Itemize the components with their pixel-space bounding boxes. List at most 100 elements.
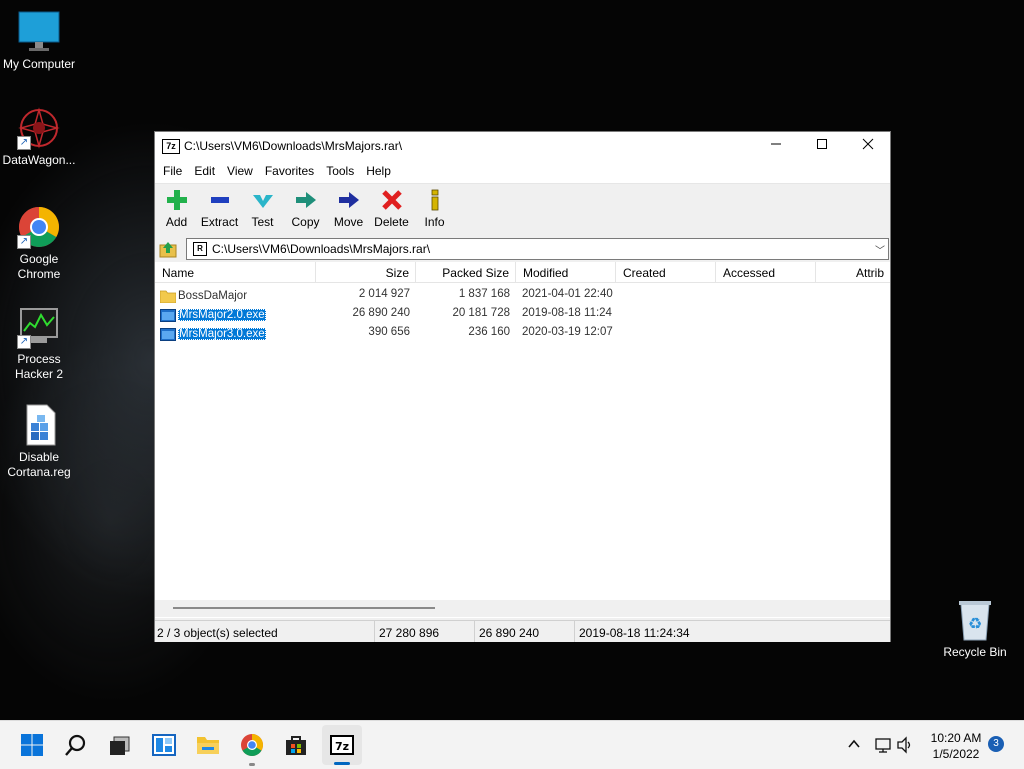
row-name-cell: BossDaMajor bbox=[155, 285, 316, 304]
check-icon bbox=[241, 188, 284, 212]
network-button[interactable] bbox=[874, 736, 892, 754]
volume-button[interactable] bbox=[896, 736, 914, 754]
menu-favorites[interactable]: Favorites bbox=[259, 164, 320, 178]
menu-tools[interactable]: Tools bbox=[320, 164, 360, 178]
show-hidden-icons-button[interactable] bbox=[846, 736, 862, 752]
up-folder-button[interactable] bbox=[159, 240, 177, 258]
column-header-name[interactable]: Name bbox=[155, 262, 316, 282]
file-list[interactable]: Name Size Packed Size Modified Created A… bbox=[155, 262, 890, 618]
address-field[interactable]: R C:\Users\VM6\Downloads\MrsMajors.rar\ … bbox=[186, 238, 889, 260]
recycle-bin-icon: ♻ bbox=[953, 598, 997, 642]
search-button[interactable] bbox=[64, 733, 88, 757]
exe-file-icon bbox=[160, 327, 176, 341]
speaker-icon bbox=[897, 736, 911, 754]
copy-button[interactable]: Copy bbox=[284, 184, 327, 236]
chevron-up-icon bbox=[848, 739, 860, 748]
shortcut-arrow-icon: ↗ bbox=[17, 335, 31, 349]
column-header-packed-size[interactable]: Packed Size bbox=[416, 262, 516, 282]
desktop-icon-label: Recycle Bin bbox=[943, 645, 1007, 659]
extract-label: Extract bbox=[200, 215, 239, 229]
row-name: MrsMajor3.0.exe bbox=[178, 328, 266, 340]
svg-text:♻: ♻ bbox=[968, 614, 982, 633]
menu-edit[interactable]: Edit bbox=[188, 164, 221, 178]
desktop-icon-label: Google Chrome bbox=[17, 252, 61, 281]
network-icon bbox=[875, 738, 891, 753]
svg-text:7z: 7z bbox=[335, 740, 349, 753]
desktop-icon-google-chrome[interactable]: ↗ Google Chrome bbox=[0, 205, 78, 282]
row-size: 390 656 bbox=[368, 326, 410, 338]
file-explorer-button[interactable] bbox=[196, 733, 220, 757]
widgets-button[interactable] bbox=[152, 733, 176, 757]
column-header-accessed[interactable]: Accessed bbox=[716, 262, 816, 282]
minimize-icon bbox=[771, 143, 781, 145]
chrome-icon: ↗ bbox=[17, 205, 61, 249]
close-button[interactable] bbox=[845, 132, 891, 159]
row-modified: 2021-04-01 22:40 bbox=[522, 288, 613, 300]
test-label: Test bbox=[251, 215, 274, 229]
maximize-icon bbox=[817, 139, 827, 149]
desktop-icon-my-computer[interactable]: My Computer bbox=[0, 10, 78, 72]
desktop-icon-disable-cortana[interactable]: Disable Cortana.reg bbox=[0, 403, 78, 480]
table-row[interactable]: MrsMajor2.0.exe 26 890 240 20 181 728 20… bbox=[155, 304, 890, 323]
chrome-taskbar-button[interactable] bbox=[240, 733, 264, 757]
column-header-attrib[interactable]: Attrib bbox=[816, 262, 890, 282]
row-size: 2 014 927 bbox=[358, 288, 410, 300]
add-button[interactable]: Add bbox=[155, 184, 198, 236]
move-label: Move bbox=[333, 215, 364, 229]
delete-x-icon bbox=[370, 188, 413, 212]
start-button[interactable] bbox=[20, 733, 44, 757]
delete-button[interactable]: Delete bbox=[370, 184, 413, 236]
table-row[interactable]: MrsMajor3.0.exe 390 656 236 160 2020-03-… bbox=[155, 323, 890, 342]
row-name: BossDaMajor bbox=[178, 290, 248, 302]
task-view-button[interactable] bbox=[108, 733, 132, 757]
7zip-icon: 7z bbox=[330, 735, 354, 755]
row-packed-size: 20 181 728 bbox=[452, 307, 510, 319]
shortcut-arrow-icon: ↗ bbox=[17, 136, 31, 150]
desktop-icon-datawagon[interactable]: ↗ DataWagon... bbox=[0, 106, 78, 168]
column-header-modified[interactable]: Modified bbox=[516, 262, 616, 282]
info-label: Info bbox=[424, 215, 445, 229]
exe-file-icon bbox=[160, 308, 176, 322]
search-icon bbox=[65, 734, 86, 756]
desktop-icon-label: Process Hacker 2 bbox=[14, 352, 64, 381]
7zip-app-icon: 7z bbox=[162, 139, 180, 154]
taskbar-clock[interactable]: 10:20 AM 1/5/2022 bbox=[918, 730, 994, 762]
store-bag-icon bbox=[286, 736, 306, 755]
desktop-icon-recycle-bin[interactable]: ♻ Recycle Bin bbox=[936, 598, 1014, 660]
chevron-down-icon[interactable]: ﹀ bbox=[875, 242, 885, 257]
extract-button[interactable]: Extract bbox=[198, 184, 241, 236]
add-label: Add bbox=[165, 215, 188, 229]
maximize-button[interactable] bbox=[799, 132, 845, 159]
menu-help[interactable]: Help bbox=[360, 164, 397, 178]
move-button[interactable]: Move bbox=[327, 184, 370, 236]
folder-up-icon bbox=[159, 242, 177, 258]
column-header-created[interactable]: Created bbox=[616, 262, 716, 282]
copy-label: Copy bbox=[291, 215, 320, 229]
info-button[interactable]: Info bbox=[413, 184, 456, 236]
file-manager-window: 7z C:\Users\VM6\Downloads\MrsMajors.rar\… bbox=[154, 131, 891, 642]
column-header-size[interactable]: Size bbox=[316, 262, 416, 282]
minimize-button[interactable] bbox=[753, 132, 799, 159]
title-bar[interactable]: 7z C:\Users\VM6\Downloads\MrsMajors.rar\ bbox=[155, 132, 890, 159]
registry-file-icon bbox=[17, 403, 61, 447]
toolbar: Add Extract Test Copy Move Delete Info bbox=[155, 183, 890, 236]
window-title: C:\Users\VM6\Downloads\MrsMajors.rar\ bbox=[184, 139, 403, 153]
row-modified: 2020-03-19 12:07 bbox=[522, 326, 613, 338]
delete-label: Delete bbox=[374, 215, 409, 229]
status-size: 27 280 896 bbox=[375, 621, 475, 642]
test-button[interactable]: Test bbox=[241, 184, 284, 236]
clock-date: 1/5/2022 bbox=[932, 747, 980, 761]
row-name-cell: MrsMajor3.0.exe bbox=[155, 323, 316, 342]
7zip-taskbar-button[interactable]: 7z bbox=[322, 725, 362, 765]
windows-logo-icon bbox=[21, 734, 43, 756]
desktop-icon-process-hacker[interactable]: ↗ Process Hacker 2 bbox=[0, 305, 78, 382]
scrollbar-thumb[interactable] bbox=[173, 607, 435, 609]
horizontal-scrollbar[interactable] bbox=[155, 600, 890, 617]
folder-icon bbox=[197, 737, 219, 754]
notification-badge[interactable]: 3 bbox=[988, 736, 1004, 752]
menu-file[interactable]: File bbox=[157, 164, 188, 178]
menu-view[interactable]: View bbox=[221, 164, 259, 178]
table-row[interactable]: BossDaMajor 2 014 927 1 837 168 2021-04-… bbox=[155, 285, 890, 304]
store-button[interactable] bbox=[284, 733, 308, 757]
chrome-icon bbox=[241, 734, 263, 756]
